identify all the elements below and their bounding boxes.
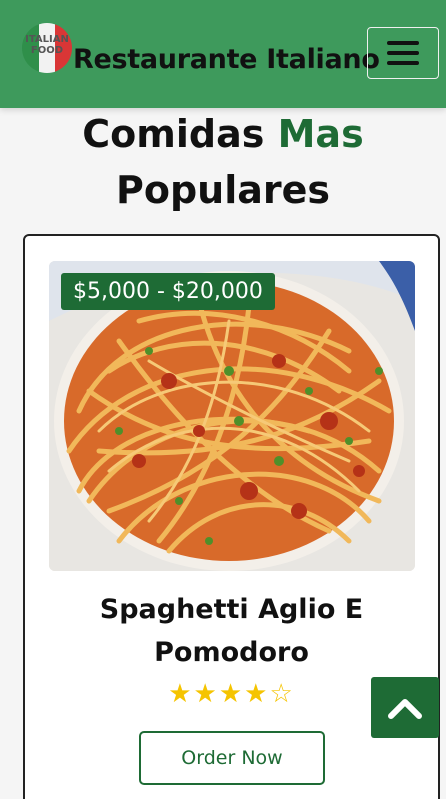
price-badge: $5,000 - $20,000 bbox=[61, 273, 275, 310]
star-outline-icon: ☆ bbox=[269, 679, 295, 709]
hamburger-menu-icon bbox=[387, 41, 419, 45]
food-name: Spaghetti Aglio E Pomodoro bbox=[99, 594, 364, 668]
section-title-part2: Populares bbox=[115, 168, 330, 212]
food-image: $5,000 - $20,000 bbox=[49, 261, 415, 571]
section-title-part1: Comidas bbox=[82, 112, 278, 156]
menu-toggle-button[interactable] bbox=[367, 27, 439, 79]
star-icon: ★ bbox=[193, 679, 219, 709]
star-icon: ★ bbox=[218, 679, 245, 709]
brand-name[interactable]: Restaurante Italiano bbox=[73, 44, 380, 75]
star-icon: ★ bbox=[168, 679, 194, 709]
chevron-up-icon bbox=[388, 698, 422, 719]
navbar: ITALIAN FOOD Restaurante Italiano bbox=[0, 0, 446, 108]
logo-icon[interactable]: ITALIAN FOOD bbox=[22, 23, 72, 73]
section-title: Comidas Mas Populares bbox=[0, 106, 446, 218]
scroll-to-top-button[interactable] bbox=[371, 677, 439, 738]
star-icon: ★ bbox=[244, 679, 270, 709]
logo-text: ITALIAN FOOD bbox=[25, 34, 69, 56]
section-title-accent: Mas bbox=[277, 112, 364, 156]
order-now-button[interactable]: Order Now bbox=[139, 731, 325, 785]
